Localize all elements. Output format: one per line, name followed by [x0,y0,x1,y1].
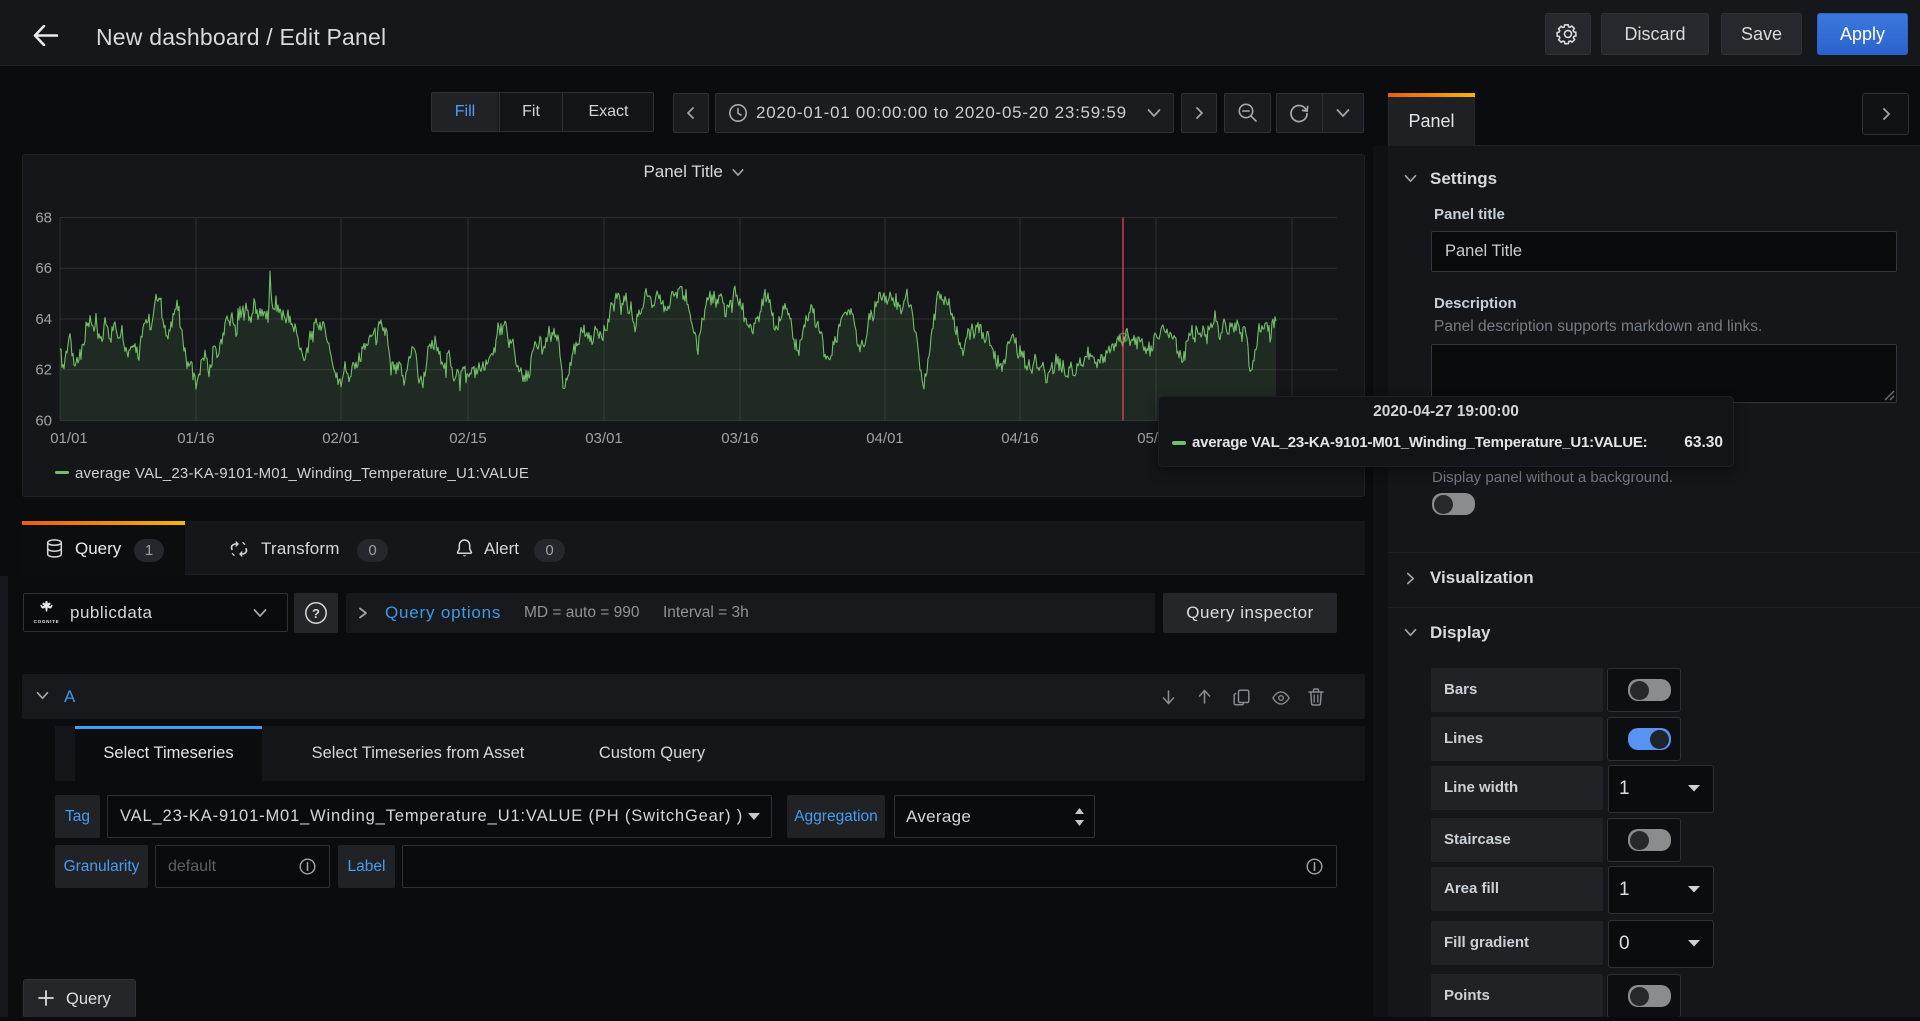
svg-text:average VAL_23-KA-9101-M01_Win: average VAL_23-KA-9101-M01_Winding_Tempe… [75,465,529,482]
svg-text:04/01: 04/01 [866,430,904,447]
svg-text:03/01: 03/01 [585,430,623,447]
svg-text:60: 60 [35,413,52,430]
svg-text:COGNITE: COGNITE [34,619,60,624]
svg-text:01/01: 01/01 [50,430,88,447]
svg-text:64: 64 [35,311,52,328]
svg-text:01/16: 01/16 [177,430,215,447]
svg-text:68: 68 [35,210,52,227]
svg-text:62: 62 [35,362,52,379]
svg-text:02/01: 02/01 [322,430,360,447]
svg-text:03/16: 03/16 [721,430,759,447]
svg-text:?: ? [312,606,320,621]
svg-text:02/15: 02/15 [449,430,487,447]
svg-text:04/16: 04/16 [1001,430,1039,447]
svg-text:66: 66 [35,260,52,277]
